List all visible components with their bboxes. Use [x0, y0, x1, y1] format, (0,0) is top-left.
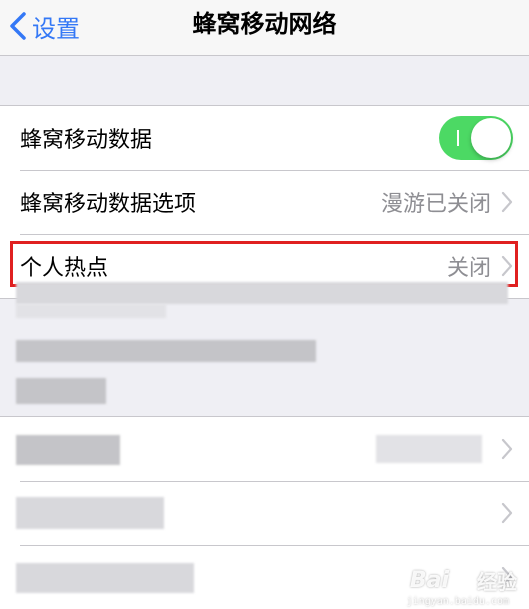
cellular-data-toggle[interactable] [439, 116, 513, 160]
paw-icon [454, 570, 470, 589]
chevron-right-icon [501, 191, 513, 213]
baidu-watermark: Bai 经验 [410, 566, 517, 595]
watermark-url: jingyan.baidu.com [406, 596, 509, 607]
obscured-label [16, 497, 164, 529]
obscured-label [16, 563, 194, 593]
watermark-suffix: 经验 [477, 570, 517, 594]
chevron-right-icon [501, 502, 513, 524]
obscured-value [376, 435, 482, 463]
list-item[interactable] [0, 417, 529, 481]
roaming-status-value: 漫游已关闭 [380, 192, 491, 217]
personal-hotspot-value: 关闭 [446, 256, 491, 281]
toggle-knob [471, 118, 511, 158]
chevron-right-icon [501, 255, 513, 277]
page-title: 蜂窝移动网络 [192, 10, 337, 38]
chevron-right-icon [501, 438, 513, 460]
cellular-data-label: 蜂窝移动数据 [20, 128, 153, 153]
cellular-data-options-label: 蜂窝移动数据选项 [20, 192, 197, 217]
obscured-label [16, 435, 120, 465]
cellular-settings-group: 蜂窝移动数据 蜂窝移动数据选项 漫游已关闭 个人热点 关闭 [0, 105, 529, 299]
cellular-data-row: 蜂窝移动数据 [0, 106, 529, 170]
personal-hotspot-label: 个人热点 [20, 256, 109, 281]
toggle-on-mark [457, 130, 459, 146]
list-item[interactable] [0, 481, 529, 545]
navigation-bar: 设置 蜂窝移动网络 [0, 0, 529, 56]
watermark-brand: Bai [409, 568, 449, 593]
cellular-data-options-row[interactable]: 蜂窝移动数据选项 漫游已关闭 [0, 170, 529, 234]
